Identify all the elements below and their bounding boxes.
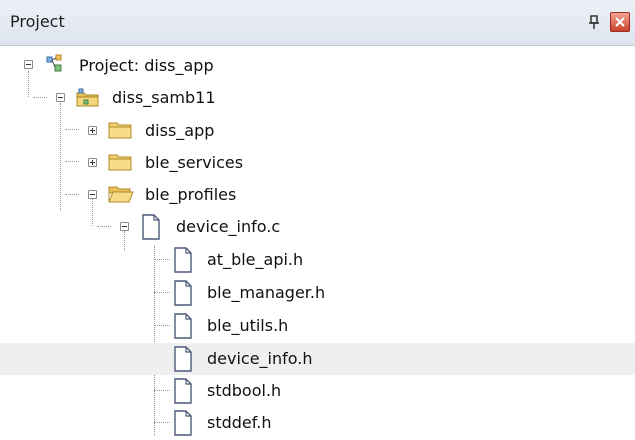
tree-item-project[interactable]: Project: diss_app [0,50,635,82]
tree-item-label: ble_profiles [145,185,237,204]
file-icon [172,280,196,306]
collapse-icon[interactable] [56,93,65,102]
project-icon [43,53,67,77]
pin-icon[interactable] [586,14,602,30]
file-icon [172,247,196,273]
panel-header: Project [0,0,635,46]
file-icon [172,378,196,404]
folder-project-icon [75,86,99,110]
tree-item-label: device_info.c [176,217,281,236]
tree-item-label: ble_utils.h [207,316,289,335]
expand-icon[interactable] [88,158,97,167]
file-icon [172,410,196,436]
tree-item-ble-profiles[interactable]: ble_profiles [0,179,635,211]
tree-item-stdbool-h[interactable]: stdbool.h [0,375,635,407]
tree-item-label: device_info.h [207,349,313,368]
folder-icon [108,151,132,175]
tree-item-device-info-c[interactable]: device_info.c [0,211,635,243]
tree-item-diss-samb11[interactable]: diss_samb11 [0,82,635,114]
folder-icon [108,119,132,143]
tree-item-label: diss_samb11 [112,88,216,107]
panel-title: Project [10,12,65,31]
project-tree: Project: diss_app diss_samb11 diss_app b… [0,46,635,436]
collapse-icon[interactable] [120,222,129,231]
tree-item-device-info-h[interactable]: device_info.h [0,343,635,375]
tree-item-at-ble-api-h[interactable]: at_ble_api.h [0,244,635,276]
close-icon[interactable] [610,12,630,32]
tree-item-label: ble_services [145,153,244,172]
tree-item-stddef-h[interactable]: stddef.h [0,407,635,439]
project-panel: Project Project: diss_app diss_samb11 di… [0,0,635,436]
tree-item-label: stdbool.h [207,381,282,400]
tree-item-label: Project: diss_app [79,56,214,75]
tree-item-ble-manager-h[interactable]: ble_manager.h [0,277,635,309]
tree-item-label: diss_app [145,121,215,140]
tree-item-ble-utils-h[interactable]: ble_utils.h [0,310,635,342]
tree-item-diss-app[interactable]: diss_app [0,114,635,146]
file-icon [140,214,164,240]
tree-item-ble-services[interactable]: ble_services [0,146,635,178]
collapse-icon[interactable] [88,190,97,199]
file-icon [172,313,196,339]
collapse-icon[interactable] [24,60,33,69]
tree-item-label: stddef.h [207,413,272,432]
tree-item-label: ble_manager.h [207,283,326,302]
file-icon [172,346,196,372]
expand-icon[interactable] [88,126,97,135]
folder-open-icon [108,183,134,207]
tree-item-label: at_ble_api.h [207,250,304,269]
